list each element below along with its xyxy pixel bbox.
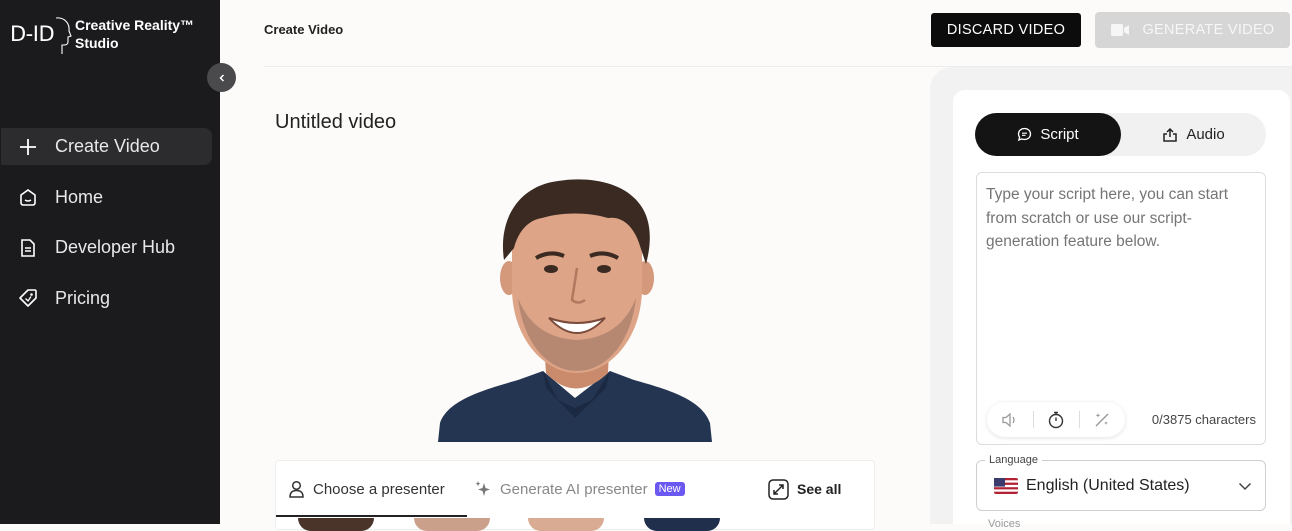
tab-choose-presenter[interactable]: Choose a presenter xyxy=(288,461,445,517)
sidebar-item-developer-hub[interactable]: Developer Hub xyxy=(0,229,220,266)
video-camera-icon xyxy=(1111,24,1130,36)
tab-audio[interactable]: Audio xyxy=(1121,113,1266,156)
upload-icon xyxy=(1163,127,1178,142)
presenter-thumbnail[interactable] xyxy=(298,518,374,531)
speaker-icon xyxy=(1002,412,1015,427)
tab-label: Audio xyxy=(1186,126,1225,143)
expand-icon xyxy=(768,478,789,500)
tab-label: Script xyxy=(1040,126,1079,143)
language-value: English (United States) xyxy=(994,477,1190,495)
user-icon xyxy=(288,480,305,498)
sidebar-nav: Create Video Home Developer Hub Pricing xyxy=(0,128,220,330)
chevron-left-icon xyxy=(218,73,224,82)
plus-icon xyxy=(18,137,38,157)
voice-preview-button[interactable] xyxy=(987,402,1033,437)
tab-generate-ai-presenter[interactable]: Generate AI presenter New xyxy=(474,461,685,517)
sparkle-icon xyxy=(474,480,492,498)
new-badge: New xyxy=(654,482,685,496)
home-icon xyxy=(18,187,38,207)
chat-bubble-icon xyxy=(1018,127,1032,142)
voices-label: Voices xyxy=(988,518,1021,530)
language-value-text: English (United States) xyxy=(1026,477,1190,494)
script-input[interactable] xyxy=(986,183,1258,383)
sidebar-item-pricing[interactable]: Pricing xyxy=(0,280,220,317)
us-flag-icon xyxy=(994,478,1018,494)
chevron-down-icon xyxy=(1238,482,1252,491)
sidebar-item-label: Developer Hub xyxy=(55,237,176,257)
document-icon xyxy=(18,238,38,258)
logo-head-icon xyxy=(55,17,72,54)
sidebar-item-create-video[interactable]: Create Video xyxy=(1,128,212,165)
language-label: Language xyxy=(985,454,1042,466)
brand-name: Creative Reality™ Studio xyxy=(75,17,195,51)
logo[interactable]: D-ID Creative Reality™ Studio xyxy=(10,14,194,54)
tab-label: Choose a presenter xyxy=(313,480,445,498)
collapse-sidebar-button[interactable] xyxy=(207,63,236,92)
sidebar-item-home[interactable]: Home xyxy=(0,179,220,216)
active-tab-indicator xyxy=(276,515,467,517)
sidebar-item-label: Pricing xyxy=(55,287,111,308)
generate-video-label: GENERATE VIDEO xyxy=(1142,22,1275,38)
presenter-panel: Choose a presenter Generate AI presenter… xyxy=(275,460,875,531)
script-generation-button[interactable] xyxy=(1079,402,1125,437)
language-select[interactable]: Language English (United States) xyxy=(976,454,1266,511)
see-all-label: See all xyxy=(797,481,842,497)
tab-script[interactable]: Script xyxy=(975,113,1121,156)
presenter-image xyxy=(438,168,712,442)
add-pause-button[interactable] xyxy=(1033,402,1079,437)
see-all-button[interactable]: See all xyxy=(768,461,841,517)
presenter-thumbnail[interactable] xyxy=(414,518,490,531)
presenter-thumbnail[interactable] xyxy=(528,518,604,531)
sidebar-item-label: Create Video xyxy=(55,136,160,156)
tag-icon xyxy=(18,288,38,308)
discard-video-button[interactable]: DISCARD VIDEO xyxy=(931,13,1081,47)
script-editor: 0/3875 characters xyxy=(976,172,1266,445)
tab-label: Generate AI presenter xyxy=(500,480,648,498)
presenter-thumbnail[interactable] xyxy=(644,518,720,531)
generate-video-button[interactable]: GENERATE VIDEO xyxy=(1095,12,1290,48)
video-title[interactable]: Untitled video xyxy=(275,111,396,134)
script-audio-toggle: Script Audio xyxy=(975,113,1266,156)
page-title: Create Video xyxy=(264,22,344,37)
character-count: 0/3875 characters xyxy=(1151,412,1256,427)
script-tools xyxy=(987,402,1125,437)
magic-wand-icon xyxy=(1095,412,1109,426)
sidebar: D-ID Creative Reality™ Studio Create Vid… xyxy=(0,0,220,524)
sidebar-item-label: Home xyxy=(55,186,104,207)
presenter-thumbnails xyxy=(276,518,874,531)
stopwatch-icon xyxy=(1048,411,1064,428)
